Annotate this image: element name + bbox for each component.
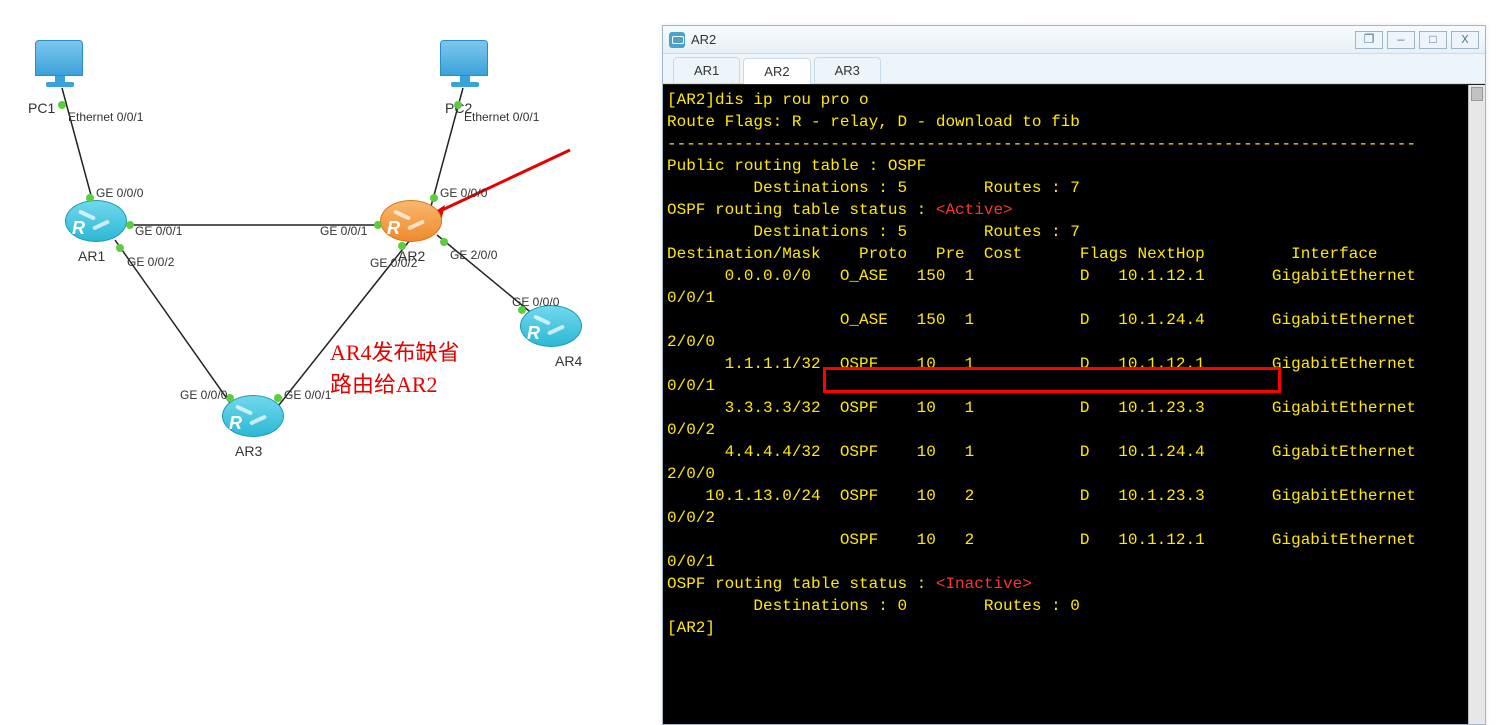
titlebar[interactable]: AR2 ❐ — □ X <box>663 26 1485 54</box>
ar2-ge000: GE 0/0/0 <box>440 186 487 200</box>
tabstrip: AR1 AR2 AR3 <box>663 54 1485 84</box>
network-topology: PC1 Ethernet 0/0/1 PC2 Ethernet 0/0/1 R … <box>0 0 650 720</box>
ar2-ge200: GE 2/0/0 <box>450 248 497 262</box>
restore-button[interactable]: ❐ <box>1355 31 1383 49</box>
scroll-thumb[interactable] <box>1471 87 1483 101</box>
ar4-label: AR4 <box>555 353 582 369</box>
router-ar2[interactable]: R <box>380 200 442 242</box>
router-ar4[interactable]: R <box>520 305 582 347</box>
app-icon <box>669 32 685 48</box>
ar2-ge002: GE 0/0/2 <box>370 256 417 270</box>
window-title: AR2 <box>691 32 716 47</box>
ar1-ge002: GE 0/0/2 <box>127 255 174 269</box>
pc1-if: Ethernet 0/0/1 <box>68 110 143 124</box>
annotation-text: AR4发布缺省 路由给AR2 <box>330 335 460 399</box>
ar1-label: AR1 <box>78 248 105 264</box>
scrollbar[interactable] <box>1468 85 1485 724</box>
tab-ar2[interactable]: AR2 <box>743 58 810 84</box>
ar1-ge000: GE 0/0/0 <box>96 186 143 200</box>
highlight-box <box>823 367 1281 393</box>
pc2-if: Ethernet 0/0/1 <box>464 110 539 124</box>
pc1-label: PC1 <box>28 100 55 116</box>
close-button[interactable]: X <box>1451 31 1479 49</box>
ar3-ge000: GE 0/0/0 <box>180 388 227 402</box>
pc1[interactable] <box>35 40 85 95</box>
tab-ar3[interactable]: AR3 <box>814 57 881 83</box>
ar4-ge000: GE 0/0/0 <box>512 295 559 309</box>
router-ar1[interactable]: R <box>65 200 127 242</box>
ar1-ge001: GE 0/0/1 <box>135 224 182 238</box>
minimize-button[interactable]: — <box>1387 31 1415 49</box>
terminal-output[interactable]: [AR2]dis ip rou pro o Route Flags: R - r… <box>663 84 1485 724</box>
terminal-window: AR2 ❐ — □ X AR1 AR2 AR3 [AR2]dis ip rou … <box>662 25 1486 725</box>
pc2[interactable] <box>440 40 490 95</box>
ar3-ge001: GE 0/0/1 <box>284 388 331 402</box>
ar3-label: AR3 <box>235 443 262 459</box>
ar2-ge001: GE 0/0/1 <box>320 224 367 238</box>
tab-ar1[interactable]: AR1 <box>673 57 740 83</box>
maximize-button[interactable]: □ <box>1419 31 1447 49</box>
